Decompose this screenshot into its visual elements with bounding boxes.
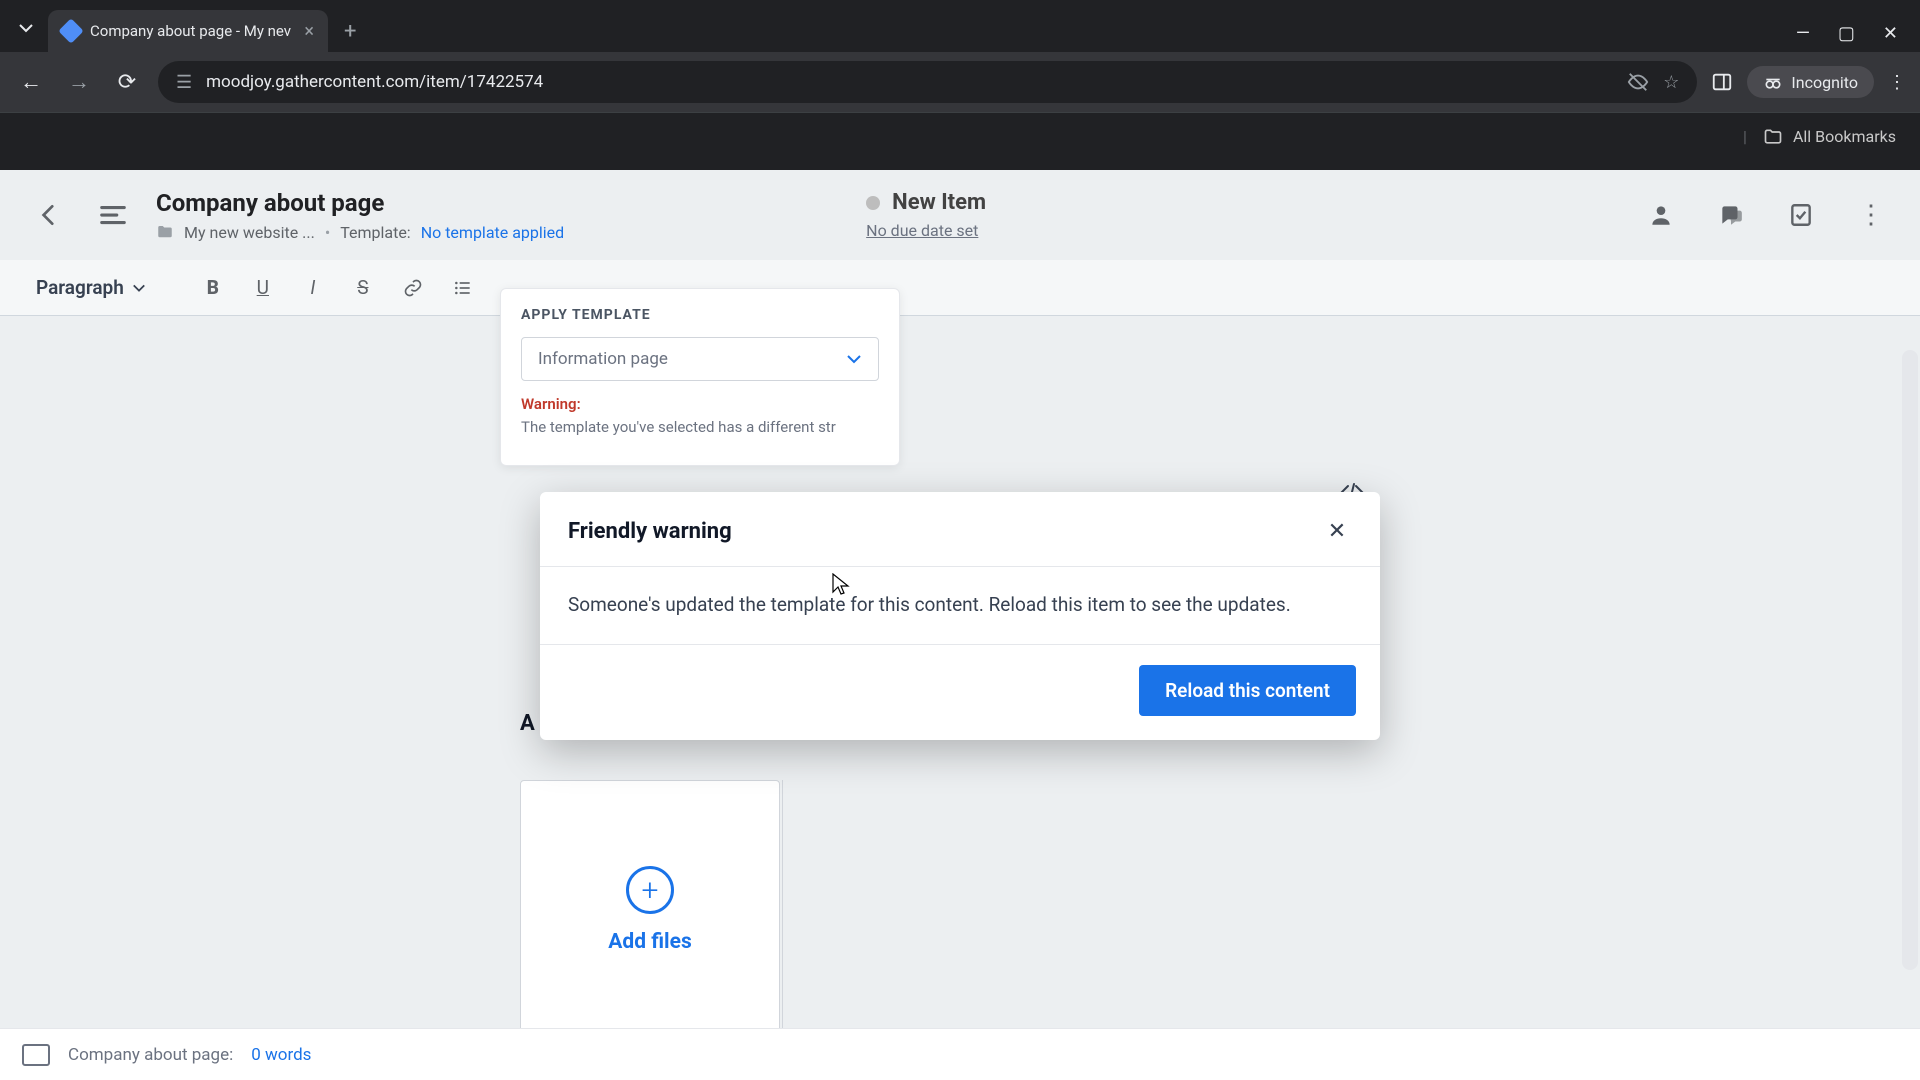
reload-content-button[interactable]: Reload this content [1139, 665, 1356, 716]
site-settings-icon[interactable]: ☰ [176, 72, 192, 93]
modal-body: Someone's updated the template for this … [540, 567, 1380, 644]
incognito-icon [1763, 72, 1783, 92]
modal-header: Friendly warning ✕ [540, 492, 1380, 566]
word-count: 0 words [251, 1045, 311, 1065]
scrollbar[interactable] [1902, 350, 1918, 970]
close-window-icon[interactable]: ✕ [1883, 23, 1898, 44]
bookmarks-bar: | All Bookmarks [0, 112, 1920, 160]
address-bar-row: ← → ⟳ ☰ moodjoy.gathercontent.com/item/1… [0, 52, 1920, 112]
maximize-icon[interactable]: ▢ [1838, 23, 1855, 44]
search-tabs-button[interactable] [8, 10, 44, 46]
incognito-label: Incognito [1791, 73, 1858, 92]
kebab-menu-icon[interactable]: ⋮ [1888, 72, 1906, 93]
modal-close-button[interactable]: ✕ [1322, 516, 1352, 546]
modal-footer: Reload this content [540, 644, 1380, 740]
app-content: Company about page My new website ... • … [0, 170, 1920, 1080]
footer-bar: Company about page: 0 words [0, 1028, 1920, 1080]
all-bookmarks-button[interactable]: All Bookmarks [1793, 127, 1896, 146]
url-text: moodjoy.gathercontent.com/item/17422574 [206, 72, 1613, 92]
incognito-chip[interactable]: Incognito [1747, 66, 1874, 98]
reload-button[interactable]: ⟳ [110, 65, 144, 99]
separator: | [1743, 127, 1753, 146]
forward-button[interactable]: → [62, 65, 96, 99]
modal-title: Friendly warning [568, 519, 732, 544]
address-bar[interactable]: ☰ moodjoy.gathercontent.com/item/1742257… [158, 61, 1697, 103]
folder-icon [1763, 127, 1783, 147]
minimize-icon[interactable]: — [1796, 23, 1810, 44]
browser-chrome: Company about page - My nev × + — ▢ ✕ ← … [0, 0, 1920, 170]
footer-label: Company about page: [68, 1045, 233, 1065]
window-controls: — ▢ ✕ [1796, 23, 1920, 52]
side-panel-icon[interactable] [1711, 71, 1733, 93]
tab-strip: Company about page - My nev × + — ▢ ✕ [0, 0, 1920, 52]
chevron-down-icon [18, 20, 34, 36]
close-tab-icon[interactable]: × [304, 21, 314, 42]
friendly-warning-modal: Friendly warning ✕ Someone's updated the… [540, 492, 1380, 740]
star-icon[interactable]: ☆ [1663, 72, 1679, 93]
tab-title: Company about page - My nev [90, 22, 291, 40]
keyboard-icon[interactable] [22, 1044, 50, 1066]
back-button[interactable]: ← [14, 65, 48, 99]
new-tab-button[interactable]: + [328, 10, 372, 52]
eye-off-icon[interactable] [1627, 71, 1649, 93]
browser-tab[interactable]: Company about page - My nev × [48, 10, 328, 52]
favicon-icon [58, 18, 83, 43]
